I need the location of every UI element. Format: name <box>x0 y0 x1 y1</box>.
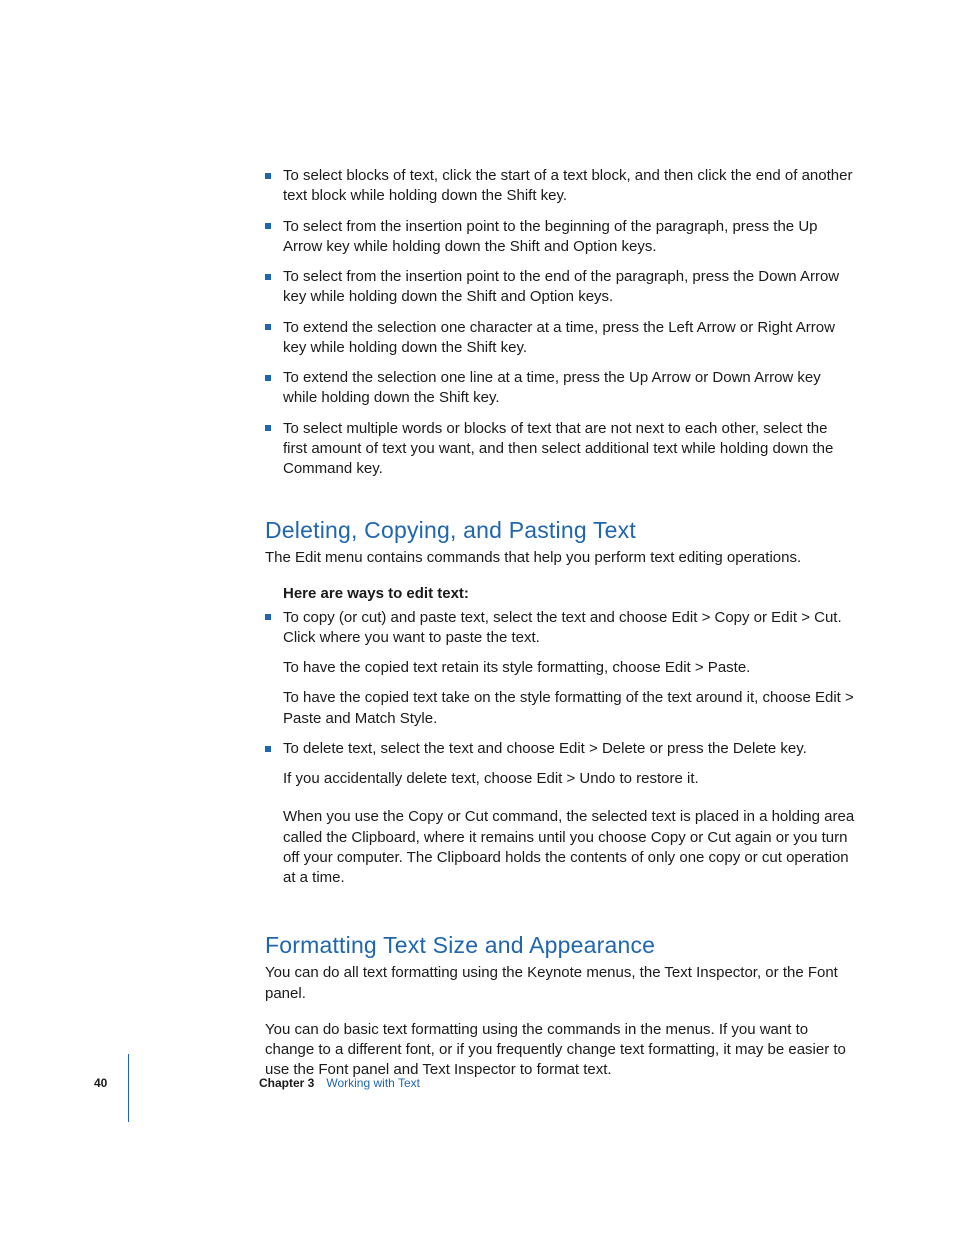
list-item-paragraph: To have the copied text retain its style… <box>283 658 855 678</box>
list-item: To copy (or cut) and paste text, select … <box>265 608 855 729</box>
section-heading: Formatting Text Size and Appearance <box>265 932 855 959</box>
list-item: To extend the selection one line at a ti… <box>265 368 855 409</box>
section-formatting-text: Formatting Text Size and Appearance You … <box>265 932 855 1080</box>
chapter-label: Chapter 3 <box>259 1076 314 1090</box>
chapter-title: Working with Text <box>326 1076 420 1090</box>
list-item: To select from the insertion point to th… <box>265 217 855 258</box>
section-heading: Deleting, Copying, and Pasting Text <box>265 517 855 544</box>
page-content: To select blocks of text, click the star… <box>265 166 855 1097</box>
list-item: To extend the selection one character at… <box>265 318 855 359</box>
section-deleting-copying-pasting: Deleting, Copying, and Pasting Text The … <box>265 517 855 888</box>
section-intro: The Edit menu contains commands that hel… <box>265 548 855 568</box>
list-item-paragraph: To have the copied text take on the styl… <box>283 688 855 729</box>
list-item-paragraph: If you accidentally delete text, choose … <box>283 769 855 789</box>
body-paragraph: You can do basic text formatting using t… <box>265 1020 855 1081</box>
document-page: To select blocks of text, click the star… <box>0 0 954 1235</box>
list-item-text: To delete text, select the text and choo… <box>283 740 807 757</box>
page-number: 40 <box>94 1076 128 1090</box>
list-item: To select blocks of text, click the star… <box>265 166 855 207</box>
edit-lead: Here are ways to edit text: <box>283 585 855 602</box>
body-paragraph: You can do all text formatting using the… <box>265 963 855 1004</box>
clipboard-note: When you use the Copy or Cut command, th… <box>283 807 855 888</box>
list-item-text: To copy (or cut) and paste text, select … <box>283 609 842 646</box>
list-item: To select multiple words or blocks of te… <box>265 419 855 480</box>
footer-rule <box>128 1054 129 1122</box>
list-item: To select from the insertion point to th… <box>265 267 855 308</box>
selection-shortcuts-list: To select blocks of text, click the star… <box>265 166 855 479</box>
list-item: To delete text, select the text and choo… <box>265 739 855 790</box>
page-footer: 40 Chapter 3 Working with Text <box>94 1076 864 1122</box>
edit-ways-list: To copy (or cut) and paste text, select … <box>265 608 855 790</box>
